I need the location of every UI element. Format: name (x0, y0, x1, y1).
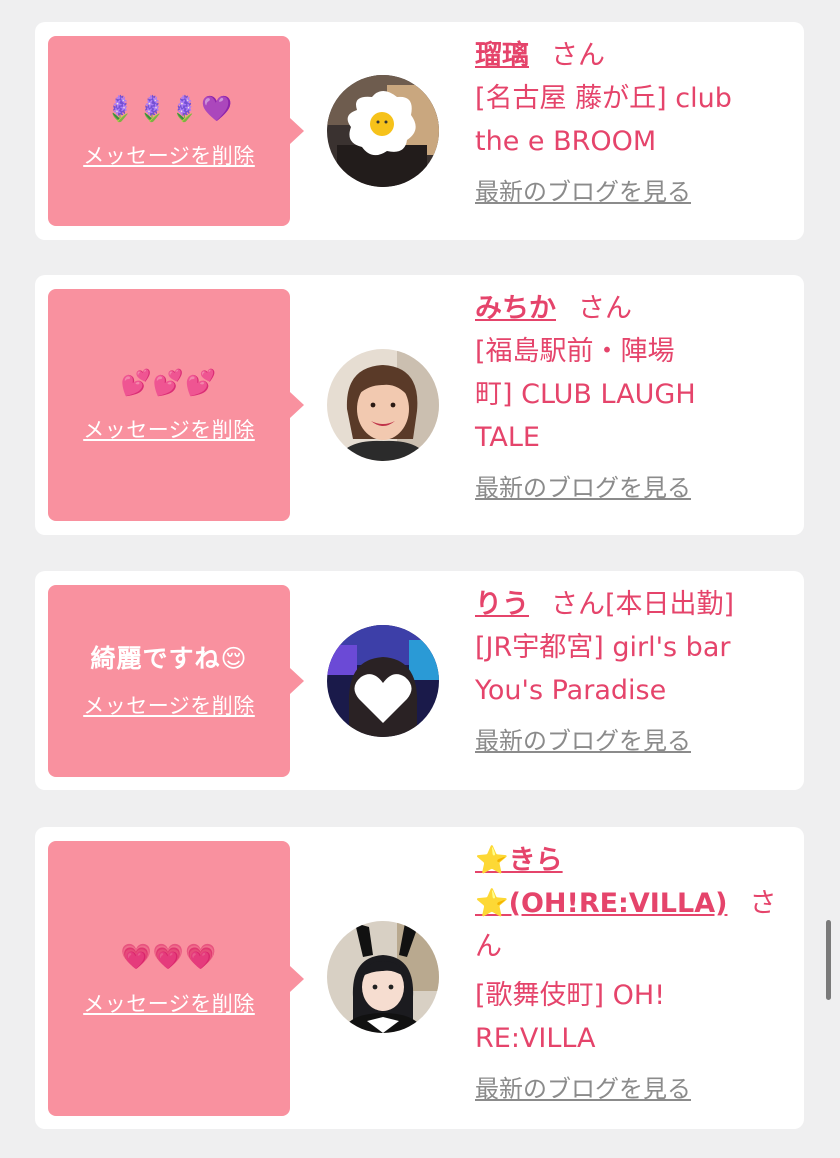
message-text: 綺麗ですね😌 (90, 644, 248, 673)
delete-message-link[interactable]: メッセージを削除 (83, 690, 255, 720)
message-card: 💕💕💕 メッセージを削除 みちか さん [福島駅前・陣場 町] CLUB LAUG… (35, 275, 804, 535)
avatar-fried-egg-sticker-image (327, 75, 439, 187)
cast-info: みちか さん [福島駅前・陣場 町] CLUB LAUGH TALE 最新のブログ… (475, 287, 793, 505)
shop-line: [名古屋 藤が丘] club (475, 83, 732, 114)
avatar-smiling-woman-image (327, 349, 439, 461)
cast-name-row: 瑠璃 さん (475, 34, 793, 77)
avatar[interactable] (327, 75, 439, 187)
message-bubble: 💗💗💗 メッセージを削除 (48, 841, 304, 1116)
delete-message-link[interactable]: メッセージを削除 (83, 988, 255, 1018)
message-text: 🪻🪻🪻💜 (104, 94, 234, 123)
cast-name-link-line1: ⭐きら (475, 839, 793, 882)
cast-name-link[interactable]: りう (475, 589, 529, 620)
honorific: さ (749, 888, 777, 919)
latest-blog-link[interactable]: 最新のブログを見る (475, 724, 793, 758)
avatar-heart-sticker-image (327, 625, 439, 737)
shop-line: [歌舞伎町] OH! (475, 980, 666, 1011)
cast-info: 瑠璃 さん [名古屋 藤が丘] club the e BROOM 最新のブログを見… (475, 34, 793, 209)
shop-line: TALE (475, 422, 540, 453)
cast-name-link[interactable]: みちか (475, 293, 556, 324)
latest-blog-link[interactable]: 最新のブログを見る (475, 1072, 793, 1106)
honorific: さん (551, 40, 605, 71)
cast-info: りう さん[本日出勤] [JR宇都宮] girl's bar You's Para… (475, 583, 793, 758)
avatar-bunny-ears-girl-image (327, 921, 439, 1033)
shop-line: [JR宇都宮] girl's bar (475, 632, 731, 663)
delete-message-link[interactable]: メッセージを削除 (83, 140, 255, 170)
shop-line: You's Paradise (475, 675, 667, 706)
message-bubble: 綺麗ですね😌 メッセージを削除 (48, 585, 304, 777)
shop-line: the e BROOM (475, 126, 657, 157)
message-card: 💗💗💗 メッセージを削除 ⭐きら ⭐(OH!RE:VILLA) さ ん [歌舞伎町… (35, 827, 804, 1129)
shop-line: [福島駅前・陣場 (475, 336, 675, 367)
message-text: 💕💕💕 (120, 368, 218, 397)
message-card: 🪻🪻🪻💜 メッセージを削除 瑠璃 さん [名古屋 藤が丘] club the e … (35, 22, 804, 240)
message-text: 💗💗💗 (120, 941, 218, 971)
cast-name-row: みちか さん (475, 287, 793, 330)
shop-line: 町] CLUB LAUGH (475, 379, 696, 410)
cast-name-row: りう さん[本日出勤] (475, 583, 793, 626)
message-card: 綺麗ですね😌 メッセージを削除 りう さん[本日出勤] [JR宇都宮] girl'… (35, 571, 804, 790)
latest-blog-link[interactable]: 最新のブログを見る (475, 175, 793, 209)
message-bubble: 💕💕💕 メッセージを削除 (48, 289, 304, 521)
latest-blog-link[interactable]: 最新のブログを見る (475, 471, 793, 505)
delete-message-link[interactable]: メッセージを削除 (83, 414, 255, 444)
cast-name-link[interactable]: 瑠璃 (475, 40, 529, 71)
honorific: さん (578, 293, 632, 324)
avatar[interactable] (327, 625, 439, 737)
message-bubble: 🪻🪻🪻💜 メッセージを削除 (48, 36, 304, 226)
scrollbar[interactable] (826, 920, 831, 1000)
cast-info: ⭐きら ⭐(OH!RE:VILLA) さ ん [歌舞伎町] OH! RE:VILL… (475, 839, 793, 1106)
shop-line: RE:VILLA (475, 1023, 596, 1054)
honorific: ん (475, 931, 502, 962)
cast-name-link[interactable]: ⭐きら (475, 845, 563, 876)
avatar[interactable] (327, 349, 439, 461)
cast-name-link[interactable]: ⭐(OH!RE:VILLA) (475, 888, 727, 919)
avatar[interactable] (327, 921, 439, 1033)
cast-name-row: ⭐(OH!RE:VILLA) さ (475, 882, 793, 925)
honorific: さん[本日出勤] (551, 589, 735, 620)
